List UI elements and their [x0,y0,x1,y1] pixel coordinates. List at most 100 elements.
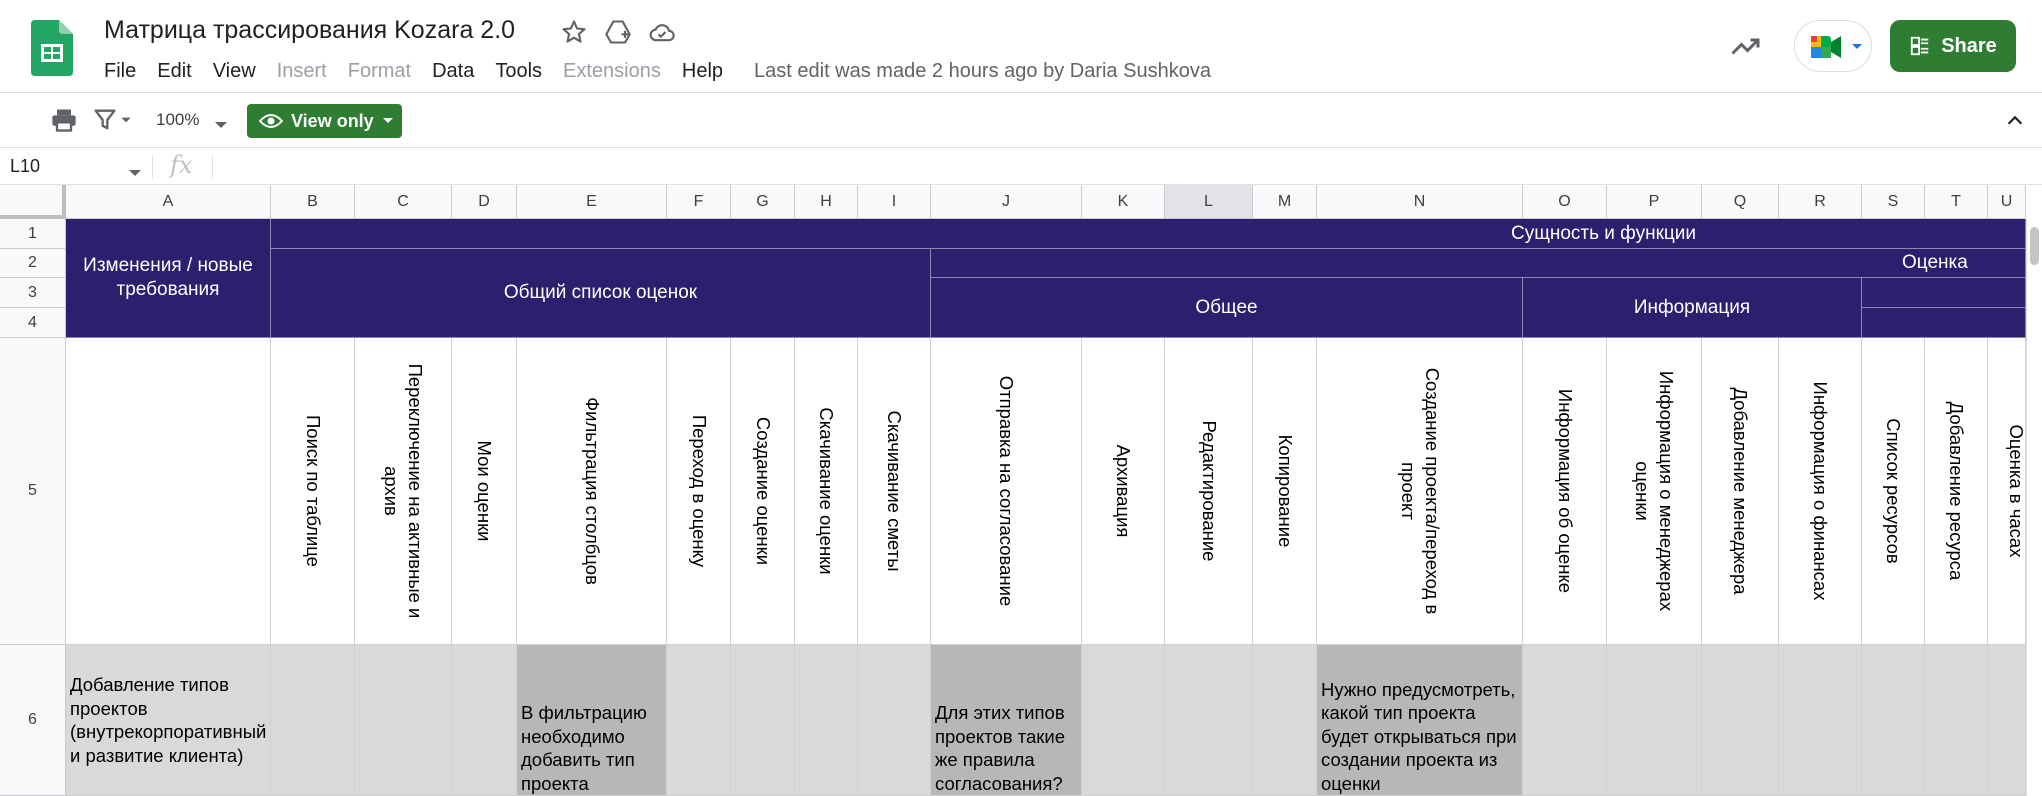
cell-o5[interactable]: Информация об оценке [1523,338,1607,645]
column-header-h[interactable]: H [795,185,858,219]
cell-s3-header[interactable] [1862,278,2026,308]
collapse-chevron-up-icon[interactable] [2004,110,2026,137]
cell-u5[interactable]: Оценка в часах [1988,338,2026,645]
cell-general-list-header[interactable]: Общий список оценок [271,249,931,338]
column-header-e[interactable]: E [517,185,667,219]
cell-b6[interactable] [271,645,355,796]
cell-n6[interactable]: Нужно предусмотреть, какой тип проекта б… [1317,645,1523,796]
select-all-corner[interactable] [0,185,66,219]
cell-t5[interactable]: Добавление ресурса [1925,338,1988,645]
cell-l5[interactable]: Редактирование [1165,338,1253,645]
menu-view[interactable]: View [213,60,256,83]
menu-help[interactable]: Help [682,60,723,83]
activity-trend-icon[interactable] [1728,28,1764,64]
sheets-logo-icon[interactable] [31,20,73,76]
cell-c6[interactable] [355,645,452,796]
column-header-i[interactable]: I [858,185,931,219]
column-header-m[interactable]: M [1253,185,1317,219]
cell-i5[interactable]: Скачивание сметы [858,338,931,645]
cell-r5[interactable]: Информация о финансах [1779,338,1862,645]
cell-k5[interactable]: Архивация [1082,338,1165,645]
column-header-o[interactable]: O [1523,185,1607,219]
cell-d5[interactable]: Мои оценки [452,338,517,645]
cell-a1-changes-header[interactable]: Изменения / новые требования [66,219,271,338]
column-header-d[interactable]: D [452,185,517,219]
meet-button[interactable] [1794,20,1872,72]
row-header-1[interactable]: 1 [0,219,66,249]
row-header-2[interactable]: 2 [0,249,66,278]
column-header-p[interactable]: P [1607,185,1702,219]
cell-l6[interactable] [1165,645,1253,796]
row-header-5[interactable]: 5 [0,338,66,645]
print-icon[interactable] [50,106,78,139]
name-box[interactable]: L10 [10,156,40,177]
cell-j6[interactable]: Для этих типов проектов такие же правила… [931,645,1082,796]
column-header-k[interactable]: K [1082,185,1165,219]
cell-estimate-header[interactable]: Оценка [931,249,2026,278]
zoom-dropdown-icon[interactable] [214,116,228,134]
move-to-drive-icon[interactable] [604,18,632,46]
menu-format[interactable]: Format [348,60,411,83]
scrollbar-thumb[interactable] [2030,227,2039,265]
cell-a6[interactable]: Добавление типов проектов (внутрекорпора… [66,645,271,796]
cell-s5[interactable]: Список ресурсов [1862,338,1925,645]
column-header-f[interactable]: F [667,185,731,219]
cell-i6[interactable] [858,645,931,796]
cell-k6[interactable] [1082,645,1165,796]
cell-q6[interactable] [1702,645,1779,796]
star-icon[interactable] [560,18,588,46]
cell-a5[interactable] [66,338,271,645]
cell-h5[interactable]: Скачивание оценки [795,338,858,645]
column-header-a[interactable]: A [66,185,271,219]
column-header-l[interactable]: L [1165,185,1253,219]
cell-d6[interactable] [452,645,517,796]
last-edit-link[interactable]: Last edit was made 2 hours ago by Daria … [754,60,1211,83]
zoom-select[interactable]: 100% [156,110,199,130]
menu-data[interactable]: Data [432,60,474,83]
column-header-q[interactable]: Q [1702,185,1779,219]
cell-m6[interactable] [1253,645,1317,796]
cloud-status-icon[interactable] [648,18,676,46]
column-header-j[interactable]: J [931,185,1082,219]
cell-e5[interactable]: Фильтрация столбцов [517,338,667,645]
column-header-b[interactable]: B [271,185,355,219]
row-header-6[interactable]: 6 [0,645,66,796]
cell-q5[interactable]: Добавление менеджера [1702,338,1779,645]
column-header-g[interactable]: G [731,185,795,219]
menu-extensions[interactable]: Extensions [563,60,661,83]
column-header-n[interactable]: N [1317,185,1523,219]
name-box-dropdown-icon[interactable] [128,164,142,182]
cell-c5[interactable]: Переключение на активные и архив [355,338,452,645]
cell-r6[interactable] [1779,645,1862,796]
column-header-t[interactable]: T [1925,185,1988,219]
row-header-3[interactable]: 3 [0,278,66,308]
document-title[interactable]: Матрица трассирования Kozara 2.0 [104,16,515,45]
cell-n5[interactable]: Создание проекта/переход в проект [1317,338,1523,645]
cell-info-header[interactable]: Информация [1523,278,1862,338]
cell-s6[interactable] [1862,645,1925,796]
column-header-u[interactable]: U [1988,185,2026,219]
cell-f5[interactable]: Переход в оценку [667,338,731,645]
cell-o6[interactable] [1523,645,1607,796]
cell-e6[interactable]: В фильтрацию необходимо добавить тип про… [517,645,667,796]
cell-s4-header[interactable] [1862,308,2026,338]
cell-g5[interactable]: Создание оценки [731,338,795,645]
cell-general-header[interactable]: Общее [931,278,1523,338]
menu-insert[interactable]: Insert [277,60,327,83]
cell-m5[interactable]: Копирование [1253,338,1317,645]
menu-edit[interactable]: Edit [157,60,191,83]
cell-entity-header[interactable]: Сущность и функции [271,219,2026,249]
filter-icon[interactable] [92,106,132,139]
cell-p6[interactable] [1607,645,1702,796]
cell-g6[interactable] [731,645,795,796]
cell-t6[interactable] [1925,645,1988,796]
column-header-s[interactable]: S [1862,185,1925,219]
row-header-4[interactable]: 4 [0,308,66,338]
menu-tools[interactable]: Tools [495,60,542,83]
cell-h6[interactable] [795,645,858,796]
vertical-scrollbar[interactable] [2026,219,2042,796]
view-only-button[interactable]: View only [247,104,402,138]
column-header-r[interactable]: R [1779,185,1862,219]
cell-u6[interactable] [1988,645,2026,796]
cell-j5[interactable]: Отправка на согласование [931,338,1082,645]
